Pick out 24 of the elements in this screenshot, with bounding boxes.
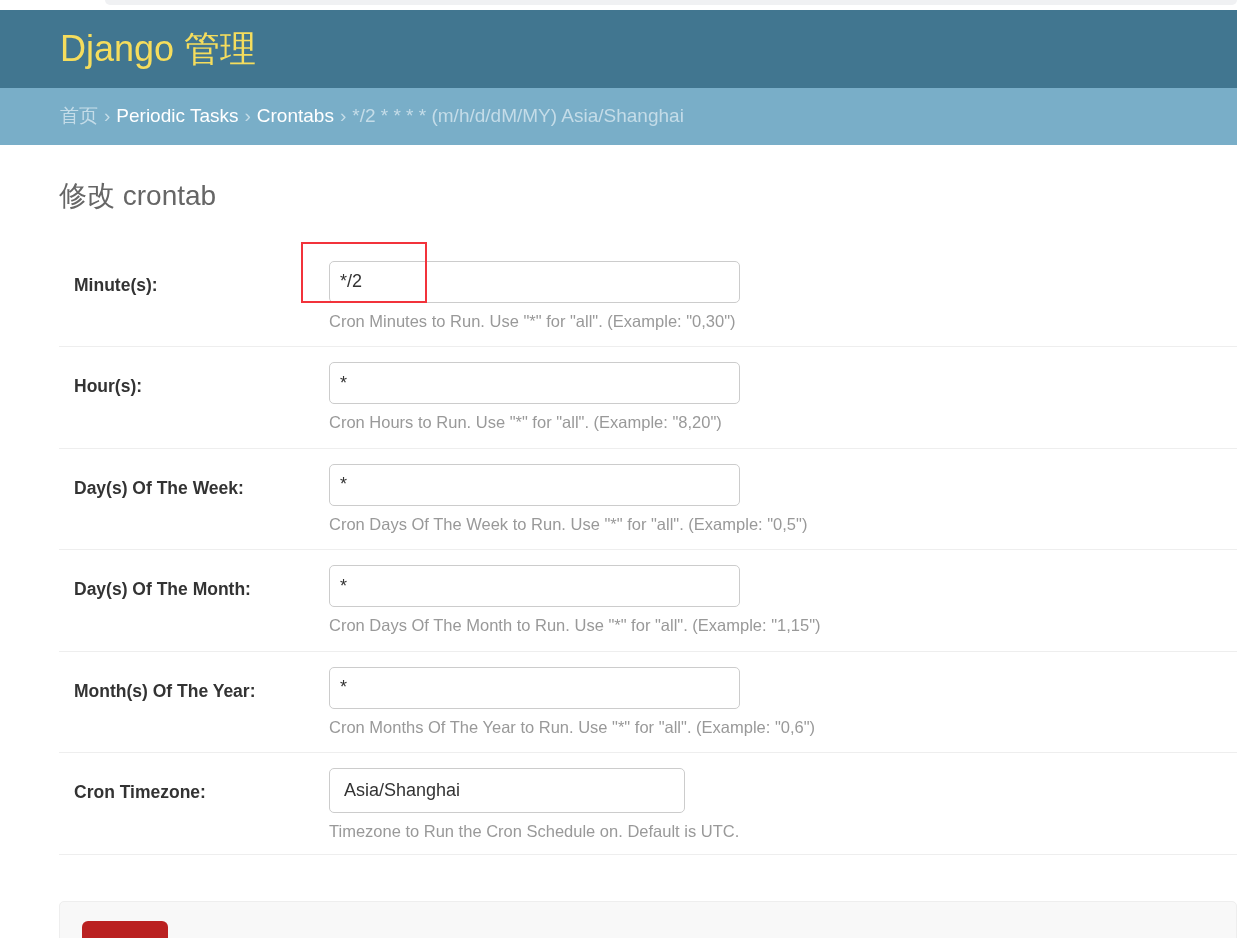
help-text: Cron Days Of The Week to Run. Use "*" for "all". (Example: "0,5")	[329, 513, 808, 535]
help-text: Timezone to Run the Cron Schedule on. Default is UTC.	[329, 821, 740, 843]
input-field[interactable]: */2	[329, 260, 740, 303]
field-label: Cron Timezone:	[73, 781, 207, 805]
field-label: Minute(s):	[73, 273, 159, 297]
help-text: Cron Days Of The Month to Run. Use "*" for "all". (Example: "1,15")	[329, 615, 821, 637]
help-text: Cron Minutes to Run. Use "*" for "all". (Example: "0,30")	[329, 310, 737, 332]
input-field[interactable]: *	[329, 565, 740, 608]
breadcrumb-separator: ›	[244, 104, 251, 129]
field-label: Hour(s):	[73, 375, 144, 399]
page-title: 修改 crontab	[59, 179, 218, 213]
field-label: Day(s) Of The Month:	[73, 578, 252, 602]
field-label: Day(s) Of The Week:	[73, 476, 245, 500]
input-field[interactable]: *	[329, 463, 740, 506]
site-name: Django 管理	[60, 27, 257, 71]
input-field[interactable]: *	[329, 666, 740, 709]
breadcrumb-separator: ›	[104, 104, 111, 129]
help-text: Cron Months Of The Year to Run. Use "*" for "all". (Example: "0,6")	[329, 716, 816, 738]
input-field[interactable]: *	[329, 362, 740, 405]
breadcrumb-current: */2 * * * * (m/h/d/dM/MY) Asia/Shanghai	[352, 104, 684, 129]
breadcrumb-separator: ›	[339, 104, 347, 129]
help-text: Cron Hours to Run. Use "*" for "all". (Example: "8,20")	[329, 412, 723, 434]
field-label: Month(s) Of The Year:	[73, 679, 257, 703]
timezone-dropdown[interactable]: Asia/Shanghai	[329, 768, 685, 814]
